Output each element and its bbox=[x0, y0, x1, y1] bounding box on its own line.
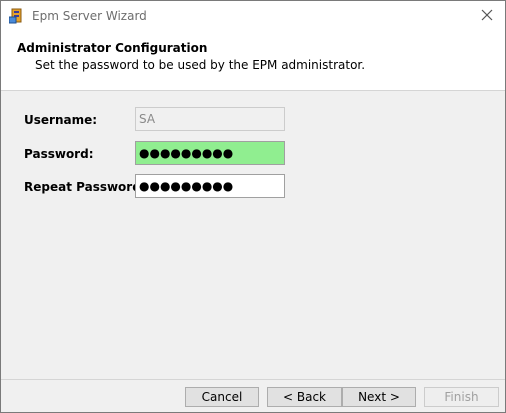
close-button[interactable] bbox=[475, 4, 499, 28]
close-icon bbox=[481, 9, 493, 24]
wizard-header: Administrator Configuration Set the pass… bbox=[1, 32, 505, 91]
cancel-button[interactable]: Cancel bbox=[185, 387, 259, 407]
password-label: Password: bbox=[24, 147, 94, 161]
page-title: Administrator Configuration bbox=[17, 41, 208, 55]
finish-button[interactable]: Finish bbox=[424, 387, 499, 407]
app-icon bbox=[8, 8, 25, 24]
title-bar: Epm Server Wizard bbox=[1, 1, 505, 32]
page-subtitle: Set the password to be used by the EPM a… bbox=[35, 58, 366, 72]
wizard-window: Epm Server Wizard Administrator Configur… bbox=[0, 0, 506, 413]
next-button[interactable]: Next > bbox=[342, 387, 416, 407]
window-title: Epm Server Wizard bbox=[32, 9, 147, 23]
repeat-password-label: Repeat Password: bbox=[24, 180, 146, 194]
footer-divider bbox=[1, 379, 505, 380]
username-label: Username: bbox=[24, 113, 98, 127]
password-field[interactable] bbox=[135, 141, 285, 165]
repeat-password-field[interactable] bbox=[135, 174, 285, 198]
username-field[interactable] bbox=[135, 107, 285, 131]
back-button[interactable]: < Back bbox=[267, 387, 342, 407]
